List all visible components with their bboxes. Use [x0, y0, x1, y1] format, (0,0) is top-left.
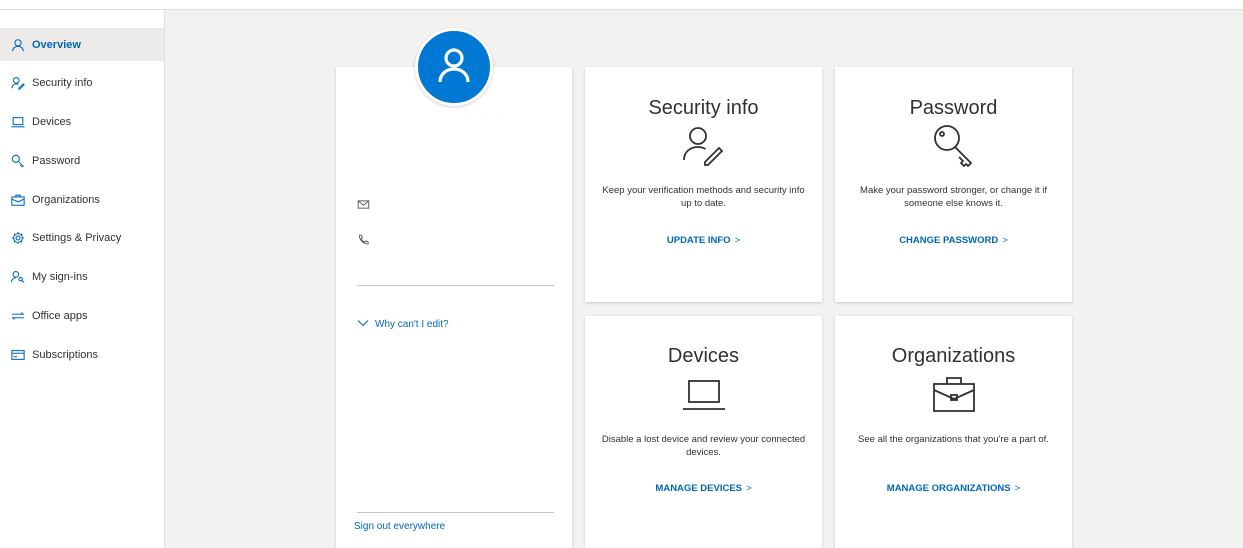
password-tile: Password Make your password stronger, or…	[835, 67, 1072, 302]
chevron-right-icon: >	[734, 235, 741, 246]
sidebar-item-label: Settings & Privacy	[32, 232, 122, 245]
tile-title: Password	[909, 97, 998, 119]
sidebar-item-settings-privacy[interactable]: Settings & Privacy	[0, 222, 164, 255]
person-icon	[434, 45, 474, 90]
sidebar-item-subscriptions[interactable]: Subscriptions	[0, 338, 164, 371]
tile-description: See all the organizations that you're a …	[858, 434, 1049, 445]
laptop-icon	[11, 115, 25, 129]
sidebar-item-label: Subscriptions	[32, 348, 99, 361]
person-edit-icon	[11, 76, 25, 90]
tile-description: Make your password stronger, or change i…	[860, 185, 1047, 209]
subscription-icon	[11, 348, 25, 362]
profile-email-row	[357, 198, 370, 216]
sidebar-item-label: Office apps	[32, 310, 88, 323]
chevron-right-icon: >	[1002, 235, 1008, 246]
top-bar	[0, 0, 1243, 10]
mail-icon	[357, 198, 370, 216]
apps-icon	[11, 309, 25, 323]
sidebar-item-label: Password	[32, 154, 81, 167]
profile-bottom-divider	[357, 512, 554, 513]
person-edit-icon	[681, 122, 727, 168]
why-cant-i-edit-label: Why can't I edit?	[375, 319, 449, 330]
key-icon	[931, 122, 977, 168]
sidebar: Overview Security info Devices Password …	[0, 10, 165, 548]
tile-title: Devices	[667, 345, 740, 367]
sidebar-item-label: Overview	[32, 38, 81, 51]
phone-icon	[357, 234, 370, 252]
laptop-icon	[681, 371, 727, 417]
change-password-label: CHANGE PASSWORD	[899, 235, 999, 246]
sidebar-item-organizations[interactable]: Organizations	[0, 183, 164, 216]
sidebar-item-devices[interactable]: Devices	[0, 106, 164, 139]
sidebar-item-password[interactable]: Password	[0, 144, 164, 177]
devices-tile: Devices Disable a lost device and review…	[585, 316, 822, 548]
manage-organizations-label: MANAGE ORGANIZATIONS	[886, 483, 1011, 494]
briefcase-icon	[11, 193, 25, 207]
person-key-icon	[11, 270, 25, 284]
gear-icon	[11, 231, 25, 245]
avatar	[415, 28, 493, 106]
organizations-tile: Organizations See all the organizations …	[835, 316, 1072, 548]
briefcase-icon	[931, 371, 977, 417]
profile-phone-row	[357, 234, 370, 252]
tile-title: Organizations	[891, 345, 1016, 367]
tile-description: Disable a lost device and review your co…	[601, 434, 806, 458]
profile-divider	[357, 285, 554, 286]
sidebar-item-label: My sign-ins	[32, 271, 88, 284]
tile-description: Keep your verification methods and secur…	[602, 185, 805, 209]
tile-title: Security info	[648, 97, 759, 119]
security-info-tile: Security info Keep your verification met…	[585, 67, 822, 302]
profile-name-placeholder: · · ·	[468, 117, 508, 123]
manage-organizations-link[interactable]: MANAGE ORGANIZATIONS >	[835, 483, 1072, 494]
manage-devices-label: MANAGE DEVICES	[655, 483, 742, 494]
profile-card	[336, 67, 572, 548]
sign-out-everywhere-link[interactable]: Sign out everywhere	[354, 521, 445, 532]
manage-devices-link[interactable]: MANAGE DEVICES >	[585, 483, 822, 494]
key-icon	[11, 154, 25, 168]
sidebar-item-label: Devices	[32, 116, 72, 129]
sidebar-item-office-apps[interactable]: Office apps	[0, 300, 164, 333]
chevron-right-icon: >	[1014, 483, 1021, 494]
sidebar-item-my-sign-ins[interactable]: My sign-ins	[0, 261, 164, 294]
why-cant-i-edit-toggle[interactable]: Why can't I edit?	[357, 317, 449, 332]
change-password-link[interactable]: CHANGE PASSWORD >	[835, 235, 1072, 246]
sidebar-item-security-info[interactable]: Security info	[0, 67, 164, 100]
update-info-label: UPDATE INFO	[666, 235, 731, 246]
sidebar-item-overview[interactable]: Overview	[0, 28, 164, 61]
sidebar-item-label: Organizations	[32, 193, 100, 206]
update-info-link[interactable]: UPDATE INFO >	[585, 235, 822, 246]
sidebar-item-label: Security info	[32, 77, 93, 90]
person-icon	[11, 38, 25, 52]
chevron-right-icon: >	[746, 483, 752, 494]
chevron-down-icon	[357, 317, 375, 332]
